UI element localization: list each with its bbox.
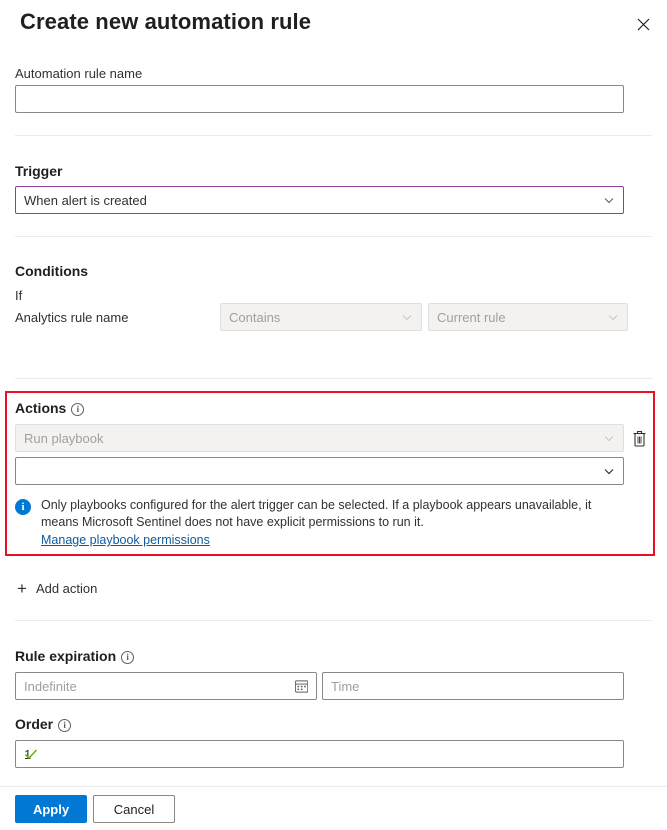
action-type-value: Run playbook bbox=[24, 430, 104, 446]
add-action-button[interactable]: + Add action bbox=[17, 580, 97, 597]
info-icon[interactable]: i bbox=[71, 402, 85, 416]
rule-expiration-time-input[interactable] bbox=[322, 672, 624, 700]
order-input[interactable] bbox=[15, 740, 624, 768]
playbook-info-text: Only playbooks configured for the alert … bbox=[41, 498, 592, 529]
condition-value-dropdown: Current rule bbox=[428, 303, 628, 331]
footer-divider bbox=[0, 786, 667, 787]
divider-after-conditions bbox=[15, 378, 652, 379]
trigger-section-label: Trigger bbox=[15, 163, 63, 179]
checkmark-icon bbox=[24, 749, 38, 760]
condition-operator-value: Contains bbox=[229, 309, 281, 325]
automation-rule-name-label: Automation rule name bbox=[15, 66, 143, 81]
playbook-select-dropdown[interactable] bbox=[15, 457, 624, 485]
rule-expiration-date-field[interactable] bbox=[24, 678, 295, 694]
chevron-down-icon bbox=[402, 315, 412, 321]
divider-after-actions bbox=[15, 620, 652, 621]
condition-property-label: Analytics rule name bbox=[15, 310, 129, 325]
create-automation-rule-panel: Create new automation rule Automation ru… bbox=[0, 0, 667, 830]
chevron-down-icon bbox=[604, 198, 614, 204]
order-label: Order i bbox=[15, 716, 72, 732]
automation-rule-name-input[interactable] bbox=[15, 85, 624, 113]
panel-header: Create new automation rule bbox=[0, 0, 667, 56]
page-title: Create new automation rule bbox=[20, 9, 312, 34]
trigger-dropdown-value: When alert is created bbox=[24, 192, 147, 208]
condition-operator-dropdown: Contains bbox=[220, 303, 422, 331]
actions-section-label: Actions i bbox=[15, 400, 85, 416]
playbook-info-message: i Only playbooks configured for the aler… bbox=[15, 497, 615, 549]
chevron-down-icon bbox=[604, 436, 614, 442]
apply-button[interactable]: Apply bbox=[15, 795, 87, 823]
info-filled-icon: i bbox=[15, 499, 31, 515]
info-icon[interactable]: i bbox=[58, 718, 72, 732]
chevron-down-icon bbox=[608, 315, 618, 321]
conditions-section-label: Conditions bbox=[15, 263, 89, 279]
plus-icon: + bbox=[17, 579, 27, 598]
add-action-label: Add action bbox=[35, 581, 98, 596]
rule-expiration-time-field[interactable] bbox=[331, 678, 615, 694]
manage-playbook-permissions-link[interactable]: Manage playbook permissions bbox=[41, 533, 210, 547]
order-text: Order bbox=[15, 716, 54, 732]
rule-expiration-text: Rule expiration bbox=[15, 648, 117, 664]
conditions-if-label: If bbox=[15, 288, 23, 303]
trigger-dropdown[interactable]: When alert is created bbox=[15, 186, 624, 214]
divider-after-name bbox=[15, 135, 652, 136]
actions-section-text: Actions bbox=[15, 400, 67, 416]
rule-expiration-label: Rule expiration i bbox=[15, 648, 135, 664]
cancel-button[interactable]: Cancel bbox=[93, 795, 175, 823]
trash-icon-glyph bbox=[633, 430, 645, 447]
automation-rule-name-field[interactable] bbox=[24, 91, 615, 107]
action-type-dropdown: Run playbook bbox=[15, 424, 624, 452]
divider-after-trigger bbox=[15, 236, 652, 237]
condition-value-text: Current rule bbox=[437, 309, 506, 325]
order-field[interactable] bbox=[24, 746, 615, 762]
close-icon-glyph bbox=[637, 18, 649, 30]
rule-expiration-date-input[interactable] bbox=[15, 672, 317, 700]
info-icon[interactable]: i bbox=[121, 650, 135, 664]
close-icon[interactable] bbox=[627, 8, 659, 40]
trash-icon[interactable] bbox=[628, 424, 650, 452]
calendar-icon[interactable] bbox=[294, 679, 308, 693]
chevron-down-icon bbox=[604, 469, 614, 475]
